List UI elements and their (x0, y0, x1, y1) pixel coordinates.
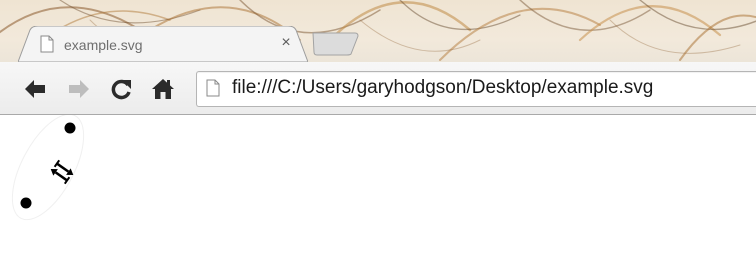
svg-document (11, 113, 85, 221)
reload-button[interactable] (108, 76, 134, 102)
window-frame: example.svg × (0, 0, 756, 66)
reload-icon (111, 79, 131, 100)
dot-top[interactable] (64, 122, 76, 134)
arrow-right-icon (69, 80, 89, 98)
arrow-left-icon (25, 80, 45, 98)
url-text[interactable]: file:///C:/Users/garyhodgson/Desktop/exa… (232, 77, 653, 99)
selection-outline (11, 113, 85, 221)
page-icon (40, 35, 54, 53)
home-icon (152, 79, 174, 99)
close-tab-icon[interactable]: × (277, 33, 295, 53)
page-icon (206, 79, 220, 97)
toolbar: file:///C:/Users/garyhodgson/Desktop/exa… (0, 62, 756, 115)
forward-button[interactable] (66, 76, 92, 102)
dot-bottom[interactable] (20, 197, 32, 209)
tab-shape (18, 26, 308, 62)
page-content (0, 113, 756, 256)
home-button[interactable] (150, 76, 176, 102)
new-tab-icon (312, 32, 359, 56)
new-tab-button[interactable] (311, 32, 361, 56)
tab-example-svg[interactable]: example.svg × (18, 26, 308, 62)
back-button[interactable] (22, 76, 48, 102)
tab-title: example.svg (64, 37, 143, 53)
address-bar[interactable]: file:///C:/Users/garyhodgson/Desktop/exa… (196, 71, 756, 107)
rotate-handle-icon[interactable] (48, 159, 75, 185)
